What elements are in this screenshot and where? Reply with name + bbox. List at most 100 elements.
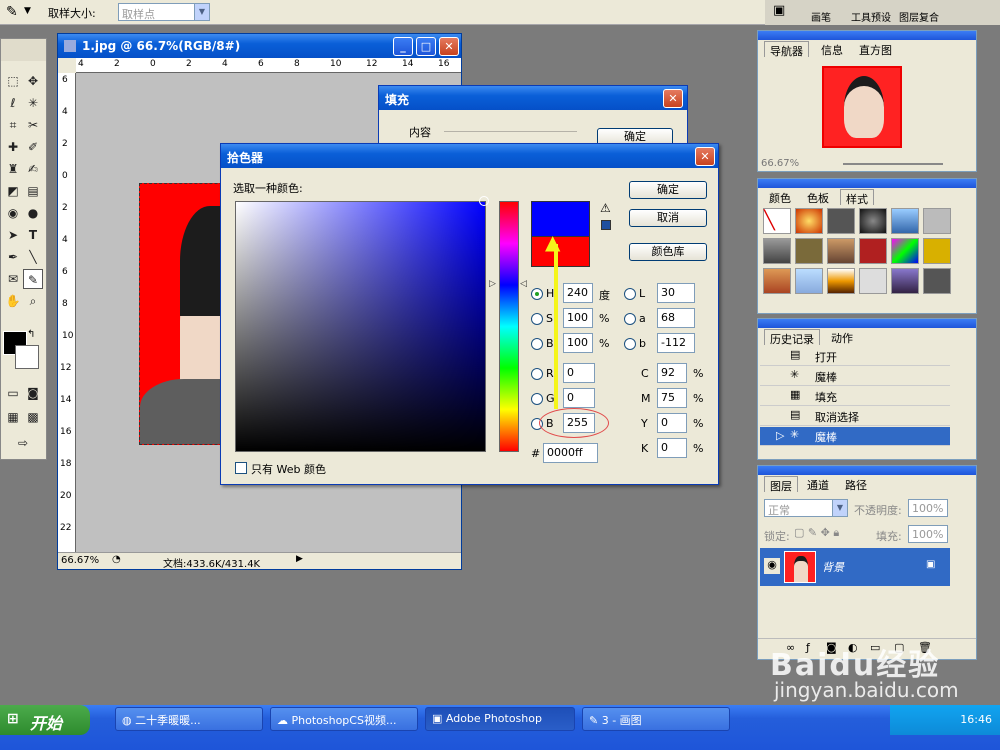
picker-ok-button[interactable]: 确定 — [629, 181, 707, 199]
screen-mode-full-icon[interactable]: ▩ — [23, 407, 43, 427]
eye-icon[interactable]: ◉ — [764, 558, 780, 574]
path-select-icon[interactable]: ➤ — [3, 225, 23, 245]
hand-icon[interactable]: ✋ — [3, 291, 23, 311]
brush-icon[interactable]: ✐ — [23, 137, 43, 157]
opacity-field[interactable]: 100% — [908, 499, 948, 517]
radio-g[interactable] — [531, 393, 543, 405]
tab-info[interactable]: 信息 — [816, 41, 848, 57]
healing-icon[interactable]: ✚ — [3, 137, 23, 157]
blend-mode-select[interactable]: 正常 ▼ — [764, 499, 848, 517]
old-color-swatch[interactable] — [531, 236, 590, 267]
taskbar-item-active[interactable]: ▣ Adobe Photoshop — [425, 707, 575, 731]
stamp-icon[interactable]: ♜ — [3, 159, 23, 179]
pen-icon[interactable]: ✒ — [3, 247, 23, 267]
style-swatch[interactable] — [891, 238, 919, 264]
navigator-zoom-slider[interactable] — [843, 163, 943, 165]
taskbar-item[interactable]: ✎ 3 - 画图 — [582, 707, 730, 731]
radio-h[interactable] — [531, 288, 543, 300]
background-color-swatch[interactable] — [15, 345, 39, 369]
eyedropper-icon[interactable]: ✎ — [6, 4, 18, 20]
eyedropper-tool-icon[interactable]: ✎ — [23, 269, 43, 289]
file-browser-icon[interactable]: ▣ — [773, 3, 785, 18]
maximize-icon[interactable]: □ — [416, 37, 436, 56]
hue-slider-left-arrow[interactable]: ▷ — [489, 279, 496, 289]
history-item[interactable]: ▤ 取消选择 — [760, 407, 950, 426]
tab-paths[interactable]: 路径 — [840, 476, 872, 492]
radio-lab-b[interactable] — [624, 338, 636, 350]
tab-navigator[interactable]: 导航器 — [764, 41, 809, 58]
layer-row-background[interactable]: ◉ 背景 ▣ — [760, 548, 950, 586]
line-icon[interactable]: ╲ — [23, 247, 43, 267]
dodge-icon[interactable]: ● — [23, 203, 43, 223]
close-icon[interactable]: ✕ — [663, 89, 683, 108]
style-swatch[interactable] — [827, 238, 855, 264]
color-library-button[interactable]: 颜色库 — [629, 243, 707, 261]
slice-icon[interactable]: ✂ — [23, 115, 43, 135]
style-swatch[interactable] — [859, 268, 887, 294]
saturation-brightness-field[interactable] — [235, 201, 486, 452]
close-icon[interactable]: ✕ — [695, 147, 715, 166]
picker-cancel-button[interactable]: 取消 — [629, 209, 707, 227]
history-brush-icon[interactable]: ✍ — [23, 159, 43, 179]
hue-field[interactable]: 240 — [563, 283, 593, 303]
well-tab-comps[interactable]: 图层复合 — [899, 9, 939, 24]
navigator-thumbnail[interactable] — [822, 66, 902, 148]
start-button[interactable]: ⊞ 开始 — [0, 705, 90, 735]
tab-histogram[interactable]: 直方图 — [854, 41, 897, 57]
move-icon[interactable]: ✥ — [23, 71, 43, 91]
tab-color[interactable]: 颜色 — [764, 189, 796, 205]
gradient-icon[interactable]: ▤ — [23, 181, 43, 201]
red-field[interactable]: 0 — [563, 363, 595, 383]
type-icon[interactable]: T — [23, 225, 43, 245]
lab-l-field[interactable]: 30 — [657, 283, 695, 303]
radio-r[interactable] — [531, 368, 543, 380]
navigator-zoom[interactable]: 66.67% — [761, 158, 799, 169]
radio-b[interactable] — [531, 338, 543, 350]
web-only-checkbox[interactable] — [235, 462, 247, 474]
style-swatch[interactable] — [923, 208, 951, 234]
clock[interactable]: 16:46 — [960, 713, 992, 726]
history-item[interactable]: ▤ 打开 — [760, 347, 950, 366]
radio-a[interactable] — [624, 313, 636, 325]
style-swatch[interactable] — [891, 268, 919, 294]
style-swatch[interactable] — [923, 268, 951, 294]
magic-wand-icon[interactable]: ✳ — [23, 93, 43, 113]
standard-mode-icon[interactable]: ▭ — [3, 383, 23, 403]
style-swatch[interactable] — [763, 268, 791, 294]
hue-slider[interactable] — [499, 201, 519, 452]
status-arrow-icon[interactable]: ▶ — [296, 554, 303, 564]
black-field[interactable]: 0 — [657, 438, 687, 458]
zoom-level[interactable]: 66.67% — [61, 555, 99, 566]
quickmask-mode-icon[interactable]: ◙ — [23, 383, 43, 403]
well-tab-presets[interactable]: 工具预设 — [851, 9, 891, 24]
color-marker[interactable] — [479, 196, 489, 206]
minimize-icon[interactable]: _ — [393, 37, 413, 56]
crop-icon[interactable]: ⌗ — [3, 115, 23, 135]
gamut-warning-icon[interactable]: ⚠ — [600, 201, 611, 215]
lasso-icon[interactable]: ℓ — [3, 93, 23, 113]
layer-fill-field[interactable]: 100% — [908, 525, 948, 543]
lab-a-field[interactable]: 68 — [657, 308, 695, 328]
picker-titlebar[interactable]: 拾色器 — [221, 144, 718, 168]
blur-icon[interactable]: ◉ — [3, 203, 23, 223]
tab-layers[interactable]: 图层 — [764, 476, 798, 493]
eraser-icon[interactable]: ◩ — [3, 181, 23, 201]
tab-swatches[interactable]: 色板 — [802, 189, 834, 205]
radio-s[interactable] — [531, 313, 543, 325]
fill-titlebar[interactable]: 填充 — [379, 86, 687, 110]
style-none[interactable]: ╲ — [763, 208, 791, 234]
marquee-icon[interactable]: ⬚ — [3, 71, 23, 91]
tab-actions[interactable]: 动作 — [826, 329, 858, 345]
lock-icons[interactable]: ▢ ✎ ✥ 🔒︎ — [794, 526, 839, 540]
style-swatch[interactable] — [923, 238, 951, 264]
hue-slider-right-arrow[interactable]: ◁ — [520, 279, 527, 289]
style-swatch[interactable] — [763, 238, 791, 264]
green-field[interactable]: 0 — [563, 388, 595, 408]
taskbar-item[interactable]: ◍ 二十季暖暖... — [115, 707, 263, 731]
web-safe-swatch[interactable] — [601, 220, 611, 230]
taskbar-item[interactable]: ☁ PhotoshopCS视频... — [270, 707, 418, 731]
brightness-field[interactable]: 100 — [563, 333, 593, 353]
style-swatch[interactable] — [795, 268, 823, 294]
history-item[interactable]: ✳ 魔棒 — [760, 367, 950, 386]
magenta-field[interactable]: 75 — [657, 388, 687, 408]
